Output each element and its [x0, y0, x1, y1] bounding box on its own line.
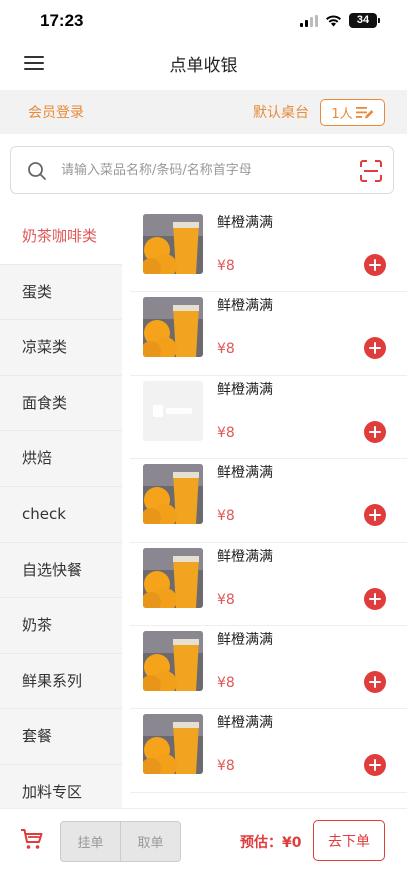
product-price: ¥8: [217, 591, 235, 608]
product-row[interactable]: 鲜橙满满 ¥8: [130, 459, 407, 543]
status-icons: 34: [300, 13, 380, 28]
placeholder-image: [143, 380, 203, 441]
orange-juice-image: [143, 297, 203, 358]
add-icon[interactable]: [364, 670, 386, 693]
product-row[interactable]: 鲜橙满满 ¥8: [130, 209, 407, 293]
bottom-bar: 挂单 取单 预估：¥0 去下单: [0, 808, 407, 883]
product-price: ¥8: [217, 258, 235, 274]
nav-bar: 点单收银: [0, 44, 407, 90]
add-icon[interactable]: [364, 587, 386, 610]
product-name: 鲜橙满满: [217, 465, 273, 482]
category-item[interactable]: 蛋类: [0, 265, 122, 321]
product-name: 鲜橙满满: [217, 298, 273, 315]
orange-juice-image: [143, 464, 203, 525]
product-list: 鲜橙满满 ¥8 鲜橙满满 ¥8 鲜橙满满 ¥8 鲜橙满满 ¥8 鲜橙满满 ¥8 …: [122, 209, 407, 808]
search-icon: [28, 162, 46, 180]
product-price: ¥8: [217, 674, 235, 691]
category-item[interactable]: 凉菜类: [0, 320, 122, 376]
people-count-button[interactable]: 1人: [320, 99, 385, 126]
product-price: ¥8: [217, 424, 235, 441]
product-name: 鲜橙满满: [217, 548, 273, 565]
product-row[interactable]: 鲜橙满满 ¥8: [130, 626, 407, 710]
hold-order-button[interactable]: 挂单: [61, 822, 120, 861]
product-name: 鲜橙满满: [217, 631, 273, 648]
add-icon[interactable]: [364, 337, 386, 360]
product-name: 鲜橙满满: [217, 381, 273, 398]
orange-juice-image: [143, 714, 203, 775]
add-icon[interactable]: [364, 504, 386, 527]
default-table-link[interactable]: 默认桌台: [253, 102, 309, 122]
category-item[interactable]: 烘焙: [0, 431, 122, 487]
status-time: 17:23: [40, 11, 84, 30]
product-row[interactable]: 鲜橙满满 ¥8: [130, 543, 407, 626]
order-button-group: 挂单 取单: [60, 821, 181, 862]
category-item[interactable]: 自选快餐: [0, 543, 122, 599]
wifi-icon: [326, 15, 341, 27]
battery-level: 34: [356, 14, 370, 26]
member-bar: 会员登录 默认桌台 1人: [0, 90, 407, 134]
people-count-label: 1人: [331, 107, 353, 122]
category-item[interactable]: 奶茶: [0, 598, 122, 654]
category-sidebar: 奶茶咖啡类 蛋类 凉菜类 面食类 烘焙 check 自选快餐 奶茶 鲜果系列 套…: [0, 209, 122, 808]
product-name: 鲜橙满满: [217, 715, 273, 732]
page-title: 点单收银: [169, 56, 238, 76]
orange-juice-image: [143, 214, 203, 274]
orange-juice-image: [143, 630, 203, 691]
product-name: 鲜橙满满: [217, 215, 273, 231]
edit-list-icon: [355, 106, 374, 118]
product-price: ¥8: [217, 341, 235, 358]
estimate-total: 预估：¥0: [240, 835, 302, 851]
scan-icon[interactable]: [359, 159, 383, 183]
cart-icon[interactable]: [20, 827, 44, 851]
add-icon[interactable]: [364, 754, 386, 777]
battery-icon: 34: [349, 13, 380, 28]
category-item[interactable]: 鲜果系列: [0, 654, 122, 710]
search-box: [10, 146, 394, 194]
search-input[interactable]: [61, 157, 351, 184]
product-row[interactable]: 鲜橙满满 ¥8: [130, 292, 407, 376]
product-price: ¥8: [217, 508, 235, 525]
orange-juice-image: [143, 547, 203, 608]
status-bar: 17:23 34: [0, 0, 407, 44]
checkout-button[interactable]: 去下单: [313, 820, 385, 861]
add-icon[interactable]: [364, 254, 386, 276]
category-item[interactable]: check: [0, 487, 122, 543]
product-price: ¥8: [217, 758, 235, 775]
product-row[interactable]: 鲜橙满满 ¥8: [130, 376, 407, 460]
retrieve-order-button[interactable]: 取单: [120, 822, 180, 861]
category-item[interactable]: 面食类: [0, 376, 122, 432]
member-login-link[interactable]: 会员登录: [28, 102, 84, 122]
category-item[interactable]: 套餐: [0, 709, 122, 765]
category-item[interactable]: 奶茶咖啡类: [0, 209, 122, 265]
add-icon[interactable]: [364, 420, 386, 443]
product-row[interactable]: 鲜橙满满 ¥8: [130, 709, 407, 793]
category-item[interactable]: 加料专区: [0, 765, 122, 808]
signal-icon: [300, 14, 318, 27]
